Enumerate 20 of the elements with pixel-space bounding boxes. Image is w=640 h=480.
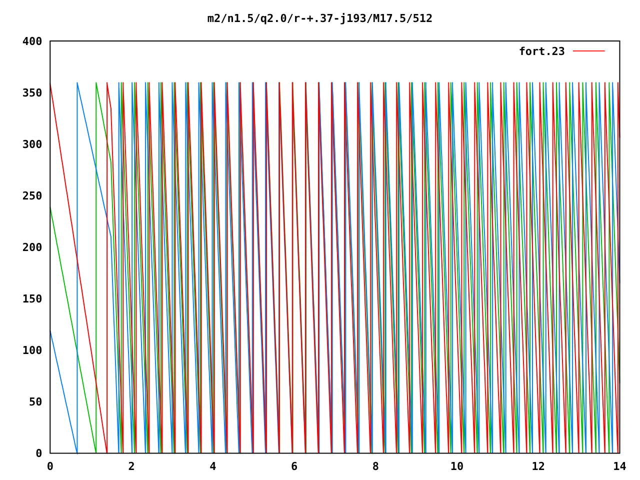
x-tick-label: 6: [290, 460, 298, 474]
y-tick-label: 400: [22, 36, 42, 48]
y-tick-label: 250: [22, 189, 42, 202]
legend-label: fort.23: [518, 44, 565, 58]
legend-line: [572, 50, 606, 52]
y-tick-label: 0: [36, 447, 42, 460]
x-tick-label: 2: [128, 460, 135, 474]
x-tick-label: 8: [372, 460, 379, 474]
y-tick-label: 50: [29, 396, 42, 409]
y-tick-label: 300: [22, 138, 42, 151]
x-tick-label: 0: [46, 460, 54, 474]
y-tick-label: 200: [22, 240, 42, 254]
y-tick-label: 350: [22, 86, 42, 100]
y-tick-label: 150: [22, 292, 42, 306]
x-tick-label: 10: [450, 460, 464, 474]
y-tick-label: 100: [22, 344, 42, 358]
chart-title: m2/n1.5/q2.0/r-+.37-j193/M17.5/512: [207, 11, 433, 28]
x-tick-label: 4: [210, 460, 216, 474]
x-tick-label: 14: [613, 460, 626, 474]
x-tick-label: 12: [532, 460, 545, 474]
